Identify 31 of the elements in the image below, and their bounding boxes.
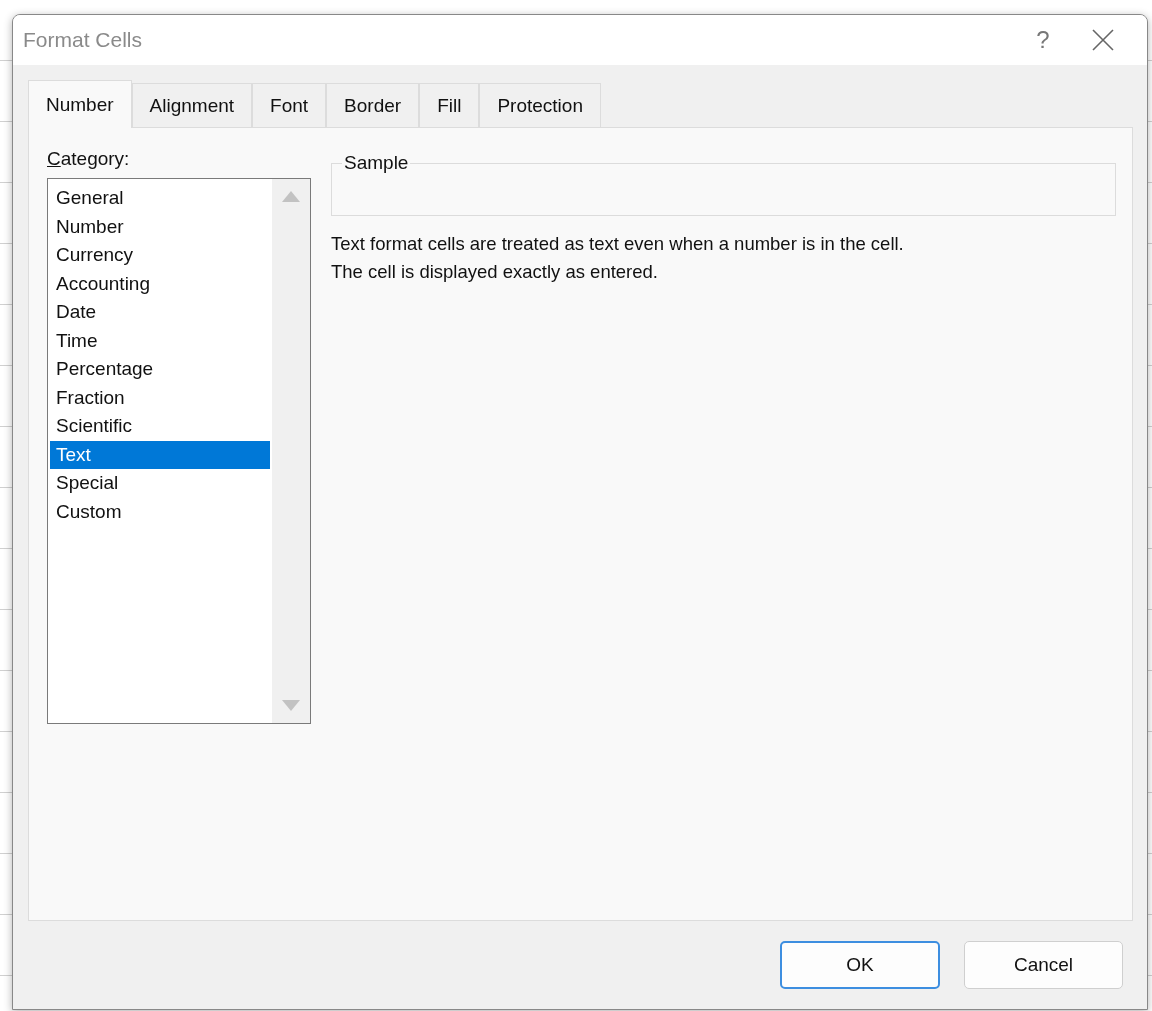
list-item[interactable]: Custom xyxy=(50,497,270,526)
close-icon xyxy=(1091,28,1115,52)
list-item[interactable]: Time xyxy=(50,326,270,355)
help-button[interactable]: ? xyxy=(1013,20,1073,60)
list-item[interactable]: Number xyxy=(50,212,270,241)
list-item[interactable]: Special xyxy=(50,469,270,498)
tab[interactable]: Font xyxy=(252,83,327,127)
list-item[interactable]: Scientific xyxy=(50,412,270,441)
cancel-button[interactable]: Cancel xyxy=(964,941,1123,989)
description-text: The cell is displayed exactly as entered. xyxy=(331,260,659,284)
tab[interactable]: Protection xyxy=(479,83,601,127)
list-item[interactable]: General xyxy=(50,184,270,213)
list-item[interactable]: Fraction xyxy=(50,383,270,412)
list-item[interactable]: Currency xyxy=(50,241,270,270)
category-list[interactable]: General Number Currency Accounting Date Time Percentage Fraction Scientific Text Special Custom xyxy=(47,178,311,724)
sample-label: Sample xyxy=(343,152,410,174)
scroll-bar[interactable] xyxy=(272,179,310,723)
tab[interactable]: Number xyxy=(28,80,132,128)
scroll-up-icon[interactable] xyxy=(282,191,300,202)
list-item[interactable]: Text xyxy=(50,440,270,469)
tab[interactable]: Alignment xyxy=(131,83,253,127)
window-title: Format Cells xyxy=(23,28,144,52)
tab[interactable]: Border xyxy=(326,83,420,127)
description-text: Text format cells are treated as text even when a number is in the cell. xyxy=(331,232,905,256)
category-label: Category: xyxy=(47,148,131,170)
ok-button[interactable]: OK xyxy=(780,941,940,989)
list-item[interactable]: Accounting xyxy=(50,269,270,298)
list-item[interactable]: Date xyxy=(50,298,270,327)
tab[interactable]: Fill xyxy=(419,83,480,127)
list-item[interactable]: Percentage xyxy=(50,355,270,384)
scroll-down-icon[interactable] xyxy=(282,700,300,711)
